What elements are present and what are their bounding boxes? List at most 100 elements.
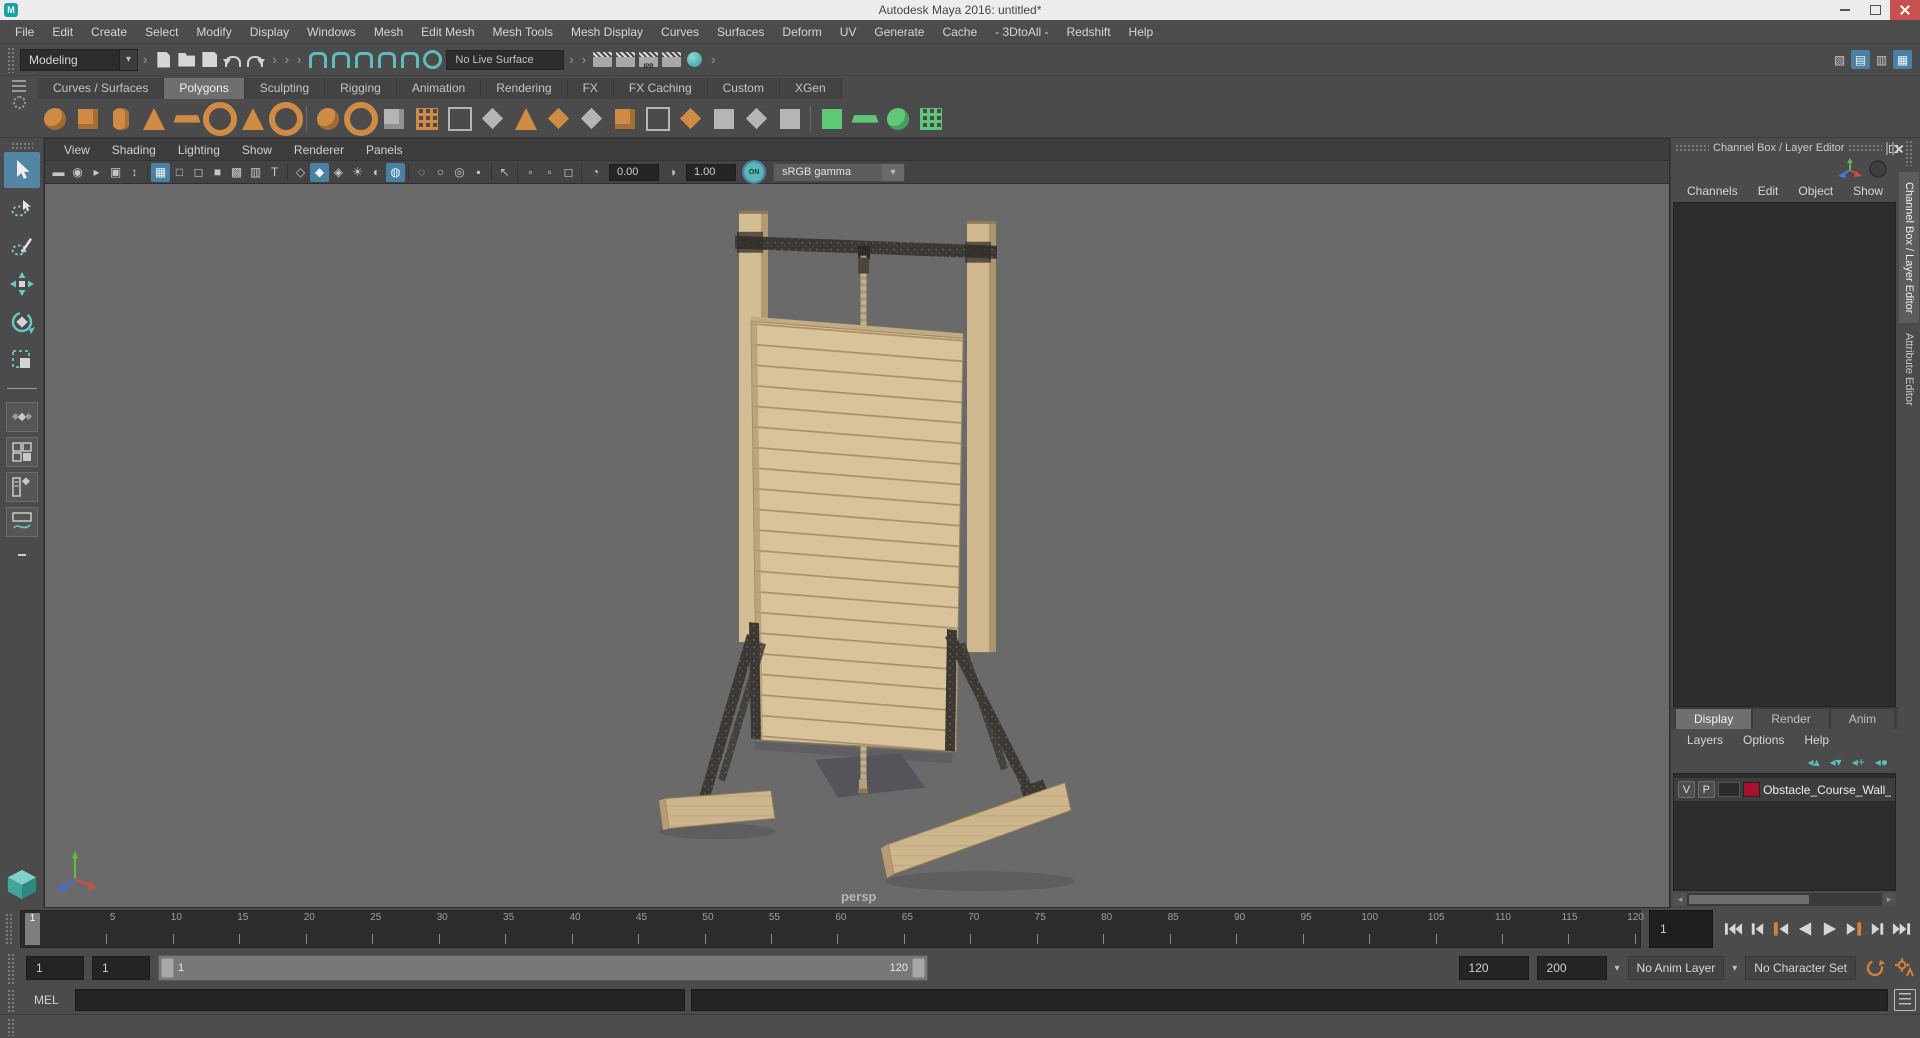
viewport_bar.icons.10.name[interactable] — [227, 163, 246, 182]
shelf.icons.27.name[interactable] — [881, 102, 914, 136]
chevron-down-icon[interactable] — [1732, 963, 1737, 974]
viewport_bar.icons.12.name[interactable] — [265, 163, 284, 182]
layout-outliner-persp-button[interactable] — [5, 472, 38, 502]
viewport_bar.icons.27.name[interactable] — [514, 163, 521, 182]
menubar-item-3[interactable]: Select — [136, 20, 187, 44]
layer-editor-tab-1[interactable]: Render — [1752, 708, 1830, 729]
animation-end-field[interactable]: 200 — [1536, 956, 1607, 980]
section-collapse-arrow[interactable] — [566, 52, 576, 67]
panel-menu-1[interactable]: Shading — [101, 143, 167, 157]
animation-start-field[interactable]: 1 — [26, 956, 84, 980]
layout-four-pane-button[interactable] — [5, 437, 38, 467]
statusline.render_buttons.3.name[interactable] — [660, 47, 683, 73]
statusline.file_buttons.0.name[interactable] — [152, 47, 175, 73]
viewport_bar.icons.13.name[interactable] — [284, 163, 291, 182]
viewport_bar.icons.22.name[interactable] — [431, 163, 450, 182]
layer_editor.move_icons.1.name[interactable] — [1830, 755, 1842, 769]
panel-menu-3[interactable]: Show — [231, 143, 283, 157]
viewport_bar.icons.24.name[interactable] — [469, 163, 488, 182]
timeslider-grip[interactable] — [4, 912, 14, 946]
range-start-handle[interactable] — [161, 958, 174, 978]
layout-single-pane-button[interactable] — [5, 402, 38, 432]
panel-menu-2[interactable]: Lighting — [167, 143, 231, 157]
menubar-item-8[interactable]: Edit Mesh — [412, 20, 483, 44]
layer-horizontal-scrollbar[interactable]: ◂ ▸ — [1673, 893, 1896, 906]
shelf.icons.15.name[interactable] — [509, 102, 542, 136]
play-forwards-button[interactable] — [1819, 917, 1840, 941]
range-end-handle[interactable] — [912, 958, 925, 978]
animation-preferences-button[interactable] — [1894, 957, 1916, 979]
speed-slider-icon[interactable] — [1868, 159, 1888, 179]
layer-name[interactable]: Obstacle_Course_Wall_w — [1763, 783, 1891, 797]
helpline-grip[interactable] — [6, 1017, 16, 1036]
exposure-field[interactable]: 0.00 — [609, 163, 659, 181]
shelf.icons.14.name[interactable] — [476, 102, 509, 136]
viewport_bar.icons.5.name[interactable] — [144, 163, 151, 182]
menubar-item-17[interactable]: - 3DtoAll - — [986, 20, 1057, 44]
statusline.file_buttons.3.name[interactable] — [221, 47, 244, 73]
viewport-canvas[interactable]: persp — [45, 184, 1669, 907]
shelf-gear-icon[interactable] — [12, 96, 26, 109]
menu-set-selector[interactable]: Modeling — [20, 48, 138, 71]
menubar-item-0[interactable]: File — [6, 20, 43, 44]
viewport_bar.icons.8.name[interactable] — [189, 163, 208, 182]
step-forward-key-button[interactable] — [1843, 917, 1864, 941]
layer-editor-tab-0[interactable]: Display — [1675, 708, 1753, 729]
panel-drag-grip[interactable] — [1848, 144, 1883, 152]
layer-row[interactable]: V P Obstacle_Course_Wall_w — [1674, 778, 1895, 801]
shelf-tab-8[interactable]: Custom — [707, 78, 780, 99]
viewport_bar.icons.19.name[interactable] — [386, 162, 405, 182]
statusline.snap_buttons.3.name[interactable] — [375, 47, 398, 73]
panel-drag-grip[interactable] — [1675, 144, 1709, 152]
section-collapse-arrow[interactable] — [294, 52, 304, 67]
viewport_bar.icons.17.name[interactable] — [348, 163, 367, 182]
viewport_bar.icons.16.name[interactable] — [329, 163, 348, 182]
panel-menu-0[interactable]: View — [53, 143, 101, 157]
anim-layer-dropdown[interactable]: No Anim Layer — [1627, 956, 1725, 980]
float-panel-icon[interactable] — [1886, 141, 1899, 155]
viewport_bar.icons.7.name[interactable] — [170, 163, 189, 182]
channel-list-area[interactable] — [1673, 202, 1896, 707]
gamma-field[interactable]: 1.00 — [686, 163, 736, 181]
playback-start-field[interactable]: 1 — [92, 956, 150, 980]
shelf-tab-0[interactable]: Curves / Surfaces — [38, 78, 165, 99]
menubar-item-2[interactable]: Create — [82, 20, 136, 44]
statusline.snap_buttons.5.name[interactable] — [421, 47, 444, 73]
scroll-right-icon[interactable]: ▸ — [1882, 893, 1896, 906]
statusline.sidebar_buttons.0.name[interactable] — [1830, 50, 1849, 69]
toolbox-cube-icon[interactable] — [4, 867, 40, 904]
timeline-playhead[interactable]: 1 — [25, 913, 40, 945]
viewport_bar.icons.3.name[interactable] — [106, 163, 125, 182]
section-collapse-arrow[interactable] — [282, 52, 292, 67]
layer-editor-menu-1[interactable]: Options — [1733, 733, 1794, 747]
layer-editor-menu-0[interactable]: Layers — [1677, 733, 1733, 747]
command-input-field[interactable] — [74, 989, 685, 1011]
color-management-toggle[interactable]: ON — [742, 160, 766, 184]
shelf-tab-6[interactable]: FX — [567, 78, 614, 99]
step-back-key-button[interactable] — [1771, 917, 1792, 941]
layer-editor-menu-2[interactable]: Help — [1794, 733, 1839, 747]
close-button[interactable] — [1890, 0, 1920, 20]
shelf.icons.28.name[interactable] — [914, 102, 947, 136]
viewport_bar.icons.6.name[interactable] — [151, 162, 170, 182]
rangerow-grip[interactable] — [6, 952, 16, 984]
layer-color-swatch[interactable] — [1743, 782, 1761, 797]
shelf.icons.6.name[interactable] — [236, 102, 269, 136]
shelf.icons.2.name[interactable] — [104, 102, 137, 136]
chevron-down-icon[interactable] — [1615, 963, 1620, 974]
viewport_bar.icons.26.name[interactable] — [495, 163, 514, 182]
statusline-grip[interactable] — [6, 46, 16, 73]
layer_editor.move_icons.2.name[interactable] — [1852, 755, 1865, 769]
shelf.icons.10.name[interactable] — [344, 102, 377, 136]
script-editor-button[interactable] — [1894, 989, 1916, 1011]
chevron-down-icon[interactable] — [882, 163, 904, 181]
shelf.icons.26.name[interactable] — [848, 102, 881, 136]
viewport_bar.icons.0.name[interactable] — [49, 163, 68, 182]
exposure-icon[interactable] — [586, 163, 605, 182]
viewport_bar.icons.2.name[interactable] — [87, 163, 106, 182]
shelf-tab-7[interactable]: FX Caching — [613, 78, 708, 99]
statusline.file_buttons.2.name[interactable] — [198, 47, 221, 73]
shelf-tab-5[interactable]: Rendering — [481, 78, 568, 99]
menubar-item-9[interactable]: Mesh Tools — [484, 20, 562, 44]
layer-playback-toggle[interactable]: P — [1697, 781, 1715, 798]
